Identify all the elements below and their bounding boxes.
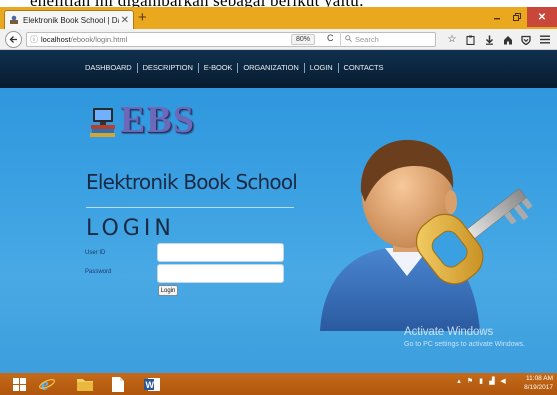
favicon-icon: [9, 15, 19, 25]
zoom-level[interactable]: 80%: [291, 34, 316, 45]
password-label: Password: [85, 269, 112, 275]
volume-icon[interactable]: ◀: [499, 377, 507, 386]
nav-contacts[interactable]: CONTACTS: [337, 63, 389, 73]
address-bar[interactable]: ⓘ localhost/ebook/login.html 80% C Searc…: [26, 32, 436, 47]
watermark-title: Activate Windows: [404, 326, 494, 338]
nav-login[interactable]: LOGIN: [303, 63, 338, 73]
screenshot: enelitian ini digambarkan sebagai beriku…: [0, 0, 557, 395]
tab-title: Elektronik Book School | Da: [23, 15, 119, 25]
user-key-illustration: [320, 139, 533, 331]
web-page: DASHBOARD DESCRIPTION E-BOOK ORGANIZATIO…: [0, 50, 557, 373]
info-icon[interactable]: ⓘ: [27, 34, 41, 45]
shield-icon[interactable]: [518, 32, 534, 47]
clipboard-icon[interactable]: [463, 32, 479, 47]
user-id-label: User ID: [85, 250, 106, 256]
signal-icon[interactable]: ▟: [488, 377, 496, 386]
clock-time: 11:08 AM: [526, 375, 553, 382]
hamburger-menu-icon[interactable]: [537, 32, 553, 47]
chevron-up-icon[interactable]: ▴: [455, 377, 463, 386]
login-title: LOGIN: [86, 216, 175, 241]
browser-tools: ☆: [444, 32, 555, 47]
close-window-icon[interactable]: ✕: [527, 7, 557, 27]
windows-taskbar: e W ▴ ⚑ ▮ ▟ ◀ 11:08 AM 8/19/2017: [0, 373, 557, 395]
activate-windows-watermark: Activate Windows Go to PC settings to ac…: [404, 326, 525, 348]
word-icon[interactable]: W: [141, 375, 163, 393]
site-nav: DASHBOARD DESCRIPTION E-BOOK ORGANIZATIO…: [0, 50, 557, 88]
school-name: Elektronik Book School: [86, 170, 298, 194]
url-path: /ebook/login.html: [70, 35, 128, 44]
nav-dashboard[interactable]: DASHBOARD: [80, 63, 137, 73]
logo-text: EBS: [120, 99, 195, 141]
site-logo: EBS: [90, 99, 195, 141]
password-input[interactable]: [157, 264, 284, 283]
file-explorer-icon[interactable]: [74, 375, 96, 393]
browser-tab-strip: Elektronik Book School | Da ✕ + ✕: [0, 7, 557, 29]
close-tab-icon[interactable]: ✕: [121, 15, 129, 26]
flag-icon[interactable]: ⚑: [466, 377, 474, 386]
home-icon[interactable]: [500, 32, 516, 47]
browser-toolbar: ⓘ localhost/ebook/login.html 80% C Searc…: [0, 29, 557, 50]
battery-icon[interactable]: ▮: [477, 377, 485, 386]
books-computer-icon: [90, 108, 115, 137]
search-icon: [345, 35, 352, 44]
nav-organization[interactable]: ORGANIZATION: [237, 63, 303, 73]
window-controls: ✕: [487, 7, 557, 29]
clock-date: 8/19/2017: [524, 383, 553, 391]
divider: [86, 207, 294, 208]
nav-description[interactable]: DESCRIPTION: [136, 63, 198, 73]
svg-text:W: W: [146, 380, 155, 390]
minimize-icon[interactable]: [487, 7, 507, 27]
back-arrow-icon[interactable]: [5, 31, 22, 48]
search-box[interactable]: Search: [340, 32, 436, 47]
system-tray: ▴ ⚑ ▮ ▟ ◀: [455, 377, 507, 386]
internet-explorer-icon[interactable]: e: [36, 375, 58, 393]
new-tab-icon[interactable]: +: [138, 10, 147, 26]
reload-icon[interactable]: C: [327, 33, 334, 43]
restore-icon[interactable]: [507, 7, 527, 27]
download-arrow-icon[interactable]: [481, 32, 497, 47]
watermark-subtitle: Go to PC settings to activate Windows.: [404, 341, 525, 348]
windows-start-icon[interactable]: [8, 375, 30, 393]
user-id-input[interactable]: [157, 243, 284, 262]
document-icon[interactable]: [107, 375, 129, 393]
browser-tab[interactable]: Elektronik Book School | Da ✕: [4, 10, 134, 29]
login-button[interactable]: Login: [158, 285, 178, 296]
url-host: localhost: [41, 35, 71, 44]
system-clock[interactable]: 11:08 AM 8/19/2017: [524, 375, 553, 392]
nav-ebook[interactable]: E-BOOK: [197, 63, 238, 73]
star-icon[interactable]: ☆: [444, 32, 460, 47]
search-placeholder: Search: [355, 35, 379, 44]
